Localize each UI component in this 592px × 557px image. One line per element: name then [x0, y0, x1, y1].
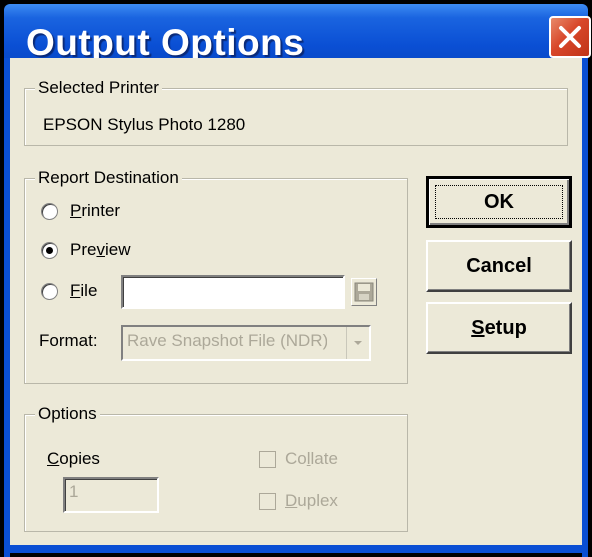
options-legend: Options: [35, 404, 100, 424]
copies-value: 1: [69, 482, 79, 501]
report-destination-group: Report Destination Printer Preview File: [24, 168, 408, 384]
radio-preview-button[interactable]: [41, 241, 58, 259]
format-select-value: Rave Snapshot File (NDR): [127, 331, 327, 350]
ok-button[interactable]: OK: [426, 176, 572, 228]
options-group: Options Copies 1 Collate Duplex: [24, 404, 408, 532]
collate-label: Collate: [285, 449, 338, 468]
close-icon: [559, 26, 581, 48]
selected-printer-legend: Selected Printer: [35, 78, 162, 98]
format-select[interactable]: Rave Snapshot File (NDR): [121, 325, 371, 361]
file-path-input[interactable]: [121, 275, 345, 309]
radio-file-label: File: [70, 281, 98, 300]
chevron-down-icon: [354, 341, 362, 345]
copies-label: Copies: [47, 449, 100, 468]
window-frame-right: [582, 58, 588, 557]
duplex-label: Duplex: [285, 491, 338, 510]
browse-file-button[interactable]: [351, 278, 377, 306]
radio-file-button[interactable]: [41, 282, 58, 300]
printer-name: EPSON Stylus Photo 1280: [43, 115, 246, 134]
focus-rectangle: [435, 185, 563, 219]
setup-button[interactable]: Setup: [426, 302, 572, 354]
copies-input[interactable]: 1: [63, 477, 159, 513]
dialog-client-area: Selected Printer EPSON Stylus Photo 1280…: [10, 58, 582, 545]
format-label: Format:: [39, 331, 98, 350]
format-dropdown-button[interactable]: [346, 327, 369, 359]
cancel-button[interactable]: Cancel: [426, 240, 572, 292]
output-options-dialog: Output Options Selected Printer EPSON St…: [0, 0, 592, 557]
radio-file[interactable]: File: [41, 279, 97, 303]
window-frame-bottom: [4, 545, 588, 553]
collate-checkbox[interactable]: Collate: [259, 449, 338, 469]
radio-printer-button[interactable]: [41, 202, 58, 220]
radio-preview-label: Preview: [70, 240, 131, 259]
duplex-checkbox-box[interactable]: [259, 492, 276, 510]
selected-printer-group: Selected Printer EPSON Stylus Photo 1280: [24, 78, 568, 146]
cancel-button-label: Cancel: [466, 254, 532, 277]
close-button[interactable]: [549, 16, 591, 58]
radio-preview[interactable]: Preview: [41, 238, 130, 262]
collate-checkbox-box[interactable]: [259, 450, 276, 468]
setup-button-label: Setup: [471, 316, 527, 339]
radio-printer-label: Printer: [70, 201, 121, 220]
duplex-checkbox[interactable]: Duplex: [259, 491, 338, 511]
floppy-disk-icon: [354, 282, 374, 302]
report-destination-legend: Report Destination: [35, 168, 182, 188]
radio-printer[interactable]: Printer: [41, 199, 120, 223]
